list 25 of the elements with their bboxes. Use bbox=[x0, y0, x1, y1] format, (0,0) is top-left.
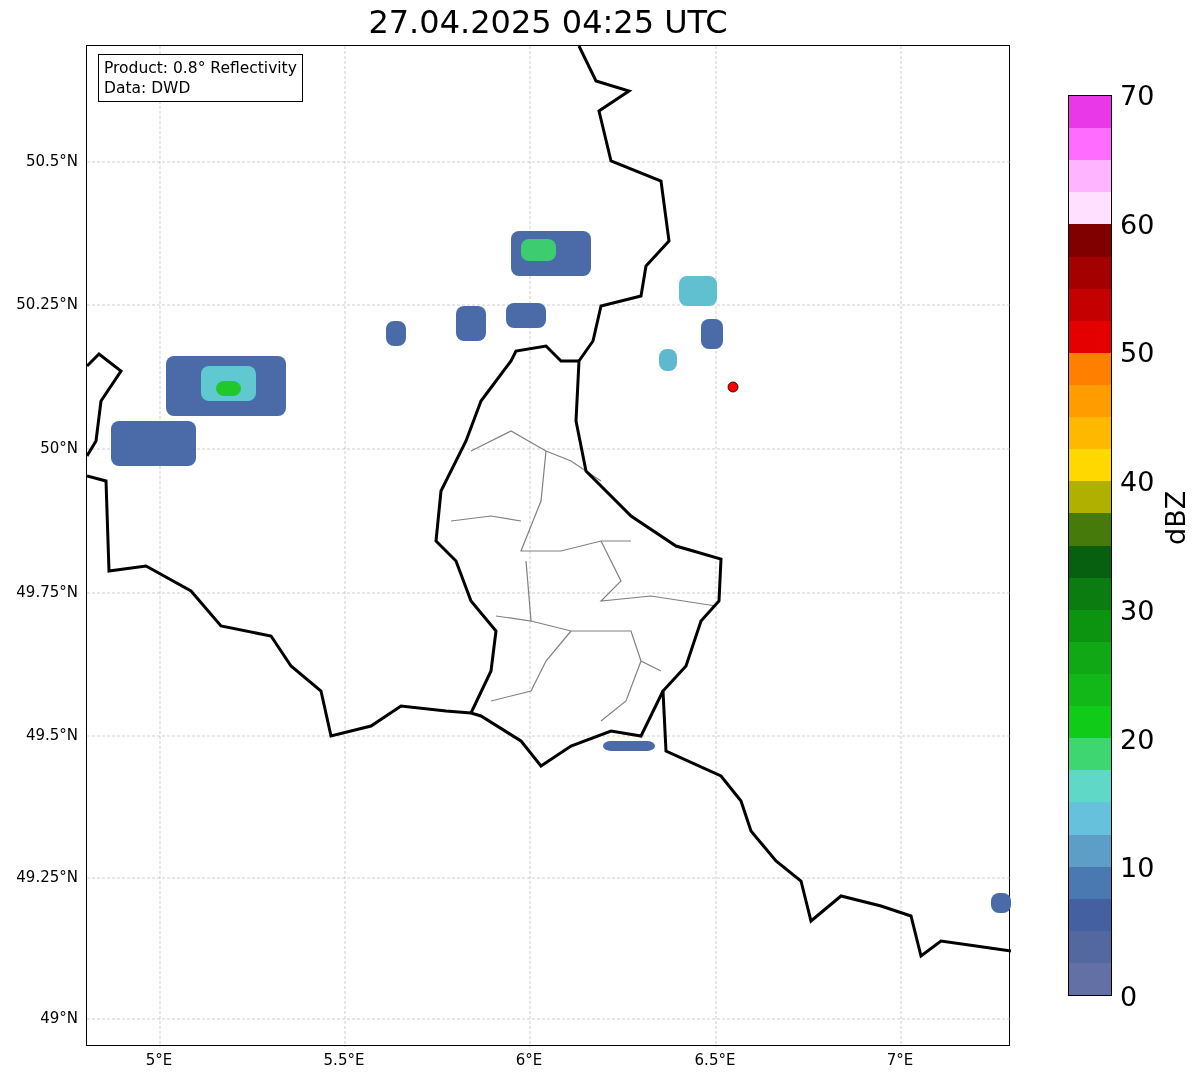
colorbar-label: dBZ bbox=[1160, 490, 1191, 545]
latitude-label: 49.5°N bbox=[25, 726, 78, 744]
info-text: Product: 0.8° Reflectivity bbox=[104, 58, 297, 78]
colorbar-tick-label: 40 bbox=[1120, 465, 1155, 497]
plot-title: 27.04.2025 04:25 UTC bbox=[367, 2, 729, 43]
info-text: Data: DWD bbox=[104, 78, 192, 98]
latitude-label: 49.25°N bbox=[16, 868, 78, 886]
latitude-label: 50.25°N bbox=[16, 295, 78, 313]
latitude-label: 50.5°N bbox=[25, 152, 78, 170]
colorbar-tick-label: 70 bbox=[1120, 79, 1155, 111]
colorbar-tick-label: 30 bbox=[1120, 594, 1155, 626]
colorbar-tick-label: 20 bbox=[1120, 723, 1155, 755]
location-marker-icon bbox=[727, 381, 739, 393]
longitude-label: 7°E bbox=[886, 1051, 914, 1069]
longitude-label: 6°E bbox=[515, 1051, 543, 1069]
longitude-label: 5°E bbox=[145, 1051, 173, 1069]
colorbar-tick-label: 10 bbox=[1120, 851, 1155, 883]
latitude-label: 49°N bbox=[40, 1009, 78, 1027]
latitude-label: 49.75°N bbox=[16, 583, 78, 601]
longitude-label: 5.5°E bbox=[323, 1051, 365, 1069]
colorbar-tick-label: 0 bbox=[1120, 980, 1138, 1012]
longitude-label: 6.5°E bbox=[694, 1051, 736, 1069]
latitude-label: 50°N bbox=[40, 439, 78, 457]
colorbar-tick-label: 60 bbox=[1120, 208, 1155, 240]
colorbar-tick-label: 50 bbox=[1120, 336, 1155, 368]
